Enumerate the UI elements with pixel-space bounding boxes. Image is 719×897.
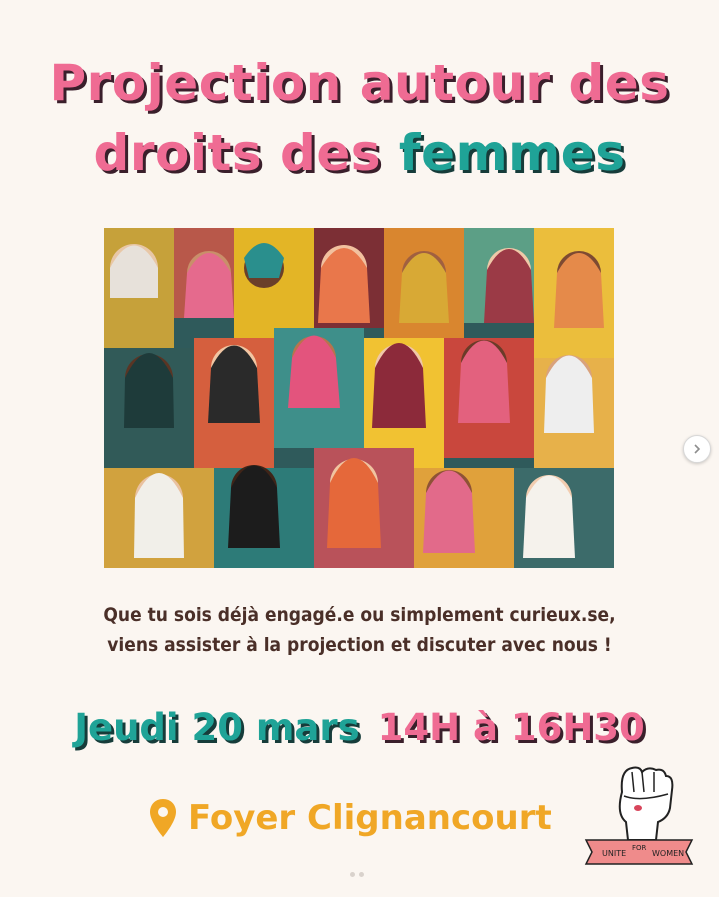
- title-text-2: droits des: [93, 124, 399, 182]
- logo-text-left: UNITE: [602, 849, 626, 858]
- location-name: Foyer Clignancourt: [188, 798, 552, 838]
- logo-text-middle: FOR: [632, 844, 647, 852]
- raised-fist-icon: UNITE FOR WOMEN: [584, 766, 694, 865]
- event-location: Foyer Clignancourt: [148, 792, 552, 844]
- women-illustration: [104, 228, 614, 568]
- logo-text-right: WOMEN: [652, 849, 684, 858]
- event-date: Jeudi 20 mars: [74, 706, 360, 749]
- event-datetime: Jeudi 20 mars 14H à 16H30: [0, 700, 719, 756]
- unite-for-women-logo: UNITE FOR WOMEN: [580, 762, 698, 882]
- chevron-right-icon: [694, 444, 701, 454]
- carousel-indicator: [350, 872, 364, 877]
- title-text-1: Projection autour des: [49, 54, 670, 112]
- event-description: Que tu sois déjà engagé.e ou simplement …: [0, 600, 719, 660]
- title-text-highlight: femmes: [398, 124, 626, 182]
- description-line-1: Que tu sois déjà engagé.e ou simplement …: [103, 604, 616, 626]
- poster-title: Projection autour des droits des femmes: [0, 48, 719, 188]
- title-line-2: droits des femmes: [0, 118, 719, 188]
- location-pin-icon: [150, 799, 176, 837]
- carousel-dot: [359, 872, 364, 877]
- event-time: 14H à 16H30: [377, 706, 645, 749]
- carousel-dot: [350, 872, 355, 877]
- carousel-next-button[interactable]: [683, 435, 711, 463]
- title-line-1: Projection autour des: [0, 48, 719, 118]
- description-line-2: viens assister à la projection et discut…: [107, 634, 612, 656]
- crowd-illustration: [104, 228, 614, 568]
